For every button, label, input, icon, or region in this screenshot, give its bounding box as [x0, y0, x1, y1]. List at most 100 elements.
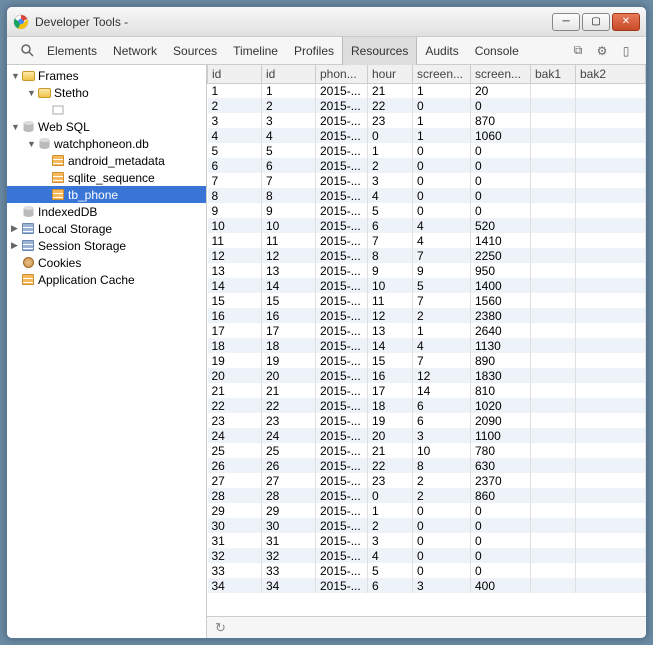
titlebar[interactable]: Developer Tools - ─ ▢ ✕ — [7, 7, 646, 37]
table-cell: 2015-... — [316, 323, 368, 338]
table-cell: 8 — [262, 188, 316, 203]
tree-table-tbphone[interactable]: tb_phone — [7, 186, 206, 203]
tab-elements[interactable]: Elements — [39, 37, 105, 65]
table-row[interactable]: 30302015-...200 — [208, 518, 646, 533]
search-icon[interactable] — [19, 43, 35, 59]
table-row[interactable]: 25252015-...2110780 — [208, 443, 646, 458]
gear-icon[interactable]: ⚙ — [594, 43, 610, 59]
tree-localstorage[interactable]: ▶Local Storage — [7, 220, 206, 237]
table-row[interactable]: 27272015-...2322370 — [208, 473, 646, 488]
table-row[interactable]: 16162015-...1222380 — [208, 308, 646, 323]
table-cell: 2 — [413, 488, 471, 503]
table-cell — [531, 428, 576, 443]
table-row[interactable]: 18182015-...1441130 — [208, 338, 646, 353]
dock-icon[interactable]: ▯ — [618, 43, 634, 59]
table-row[interactable]: 12122015-...872250 — [208, 248, 646, 263]
tab-audits[interactable]: Audits — [417, 37, 466, 65]
table-cell — [576, 353, 646, 368]
table-cell: 13 — [208, 263, 262, 278]
table-cell: 2015-... — [316, 413, 368, 428]
table-row[interactable]: 17172015-...1312640 — [208, 323, 646, 338]
tree-db[interactable]: ▼watchphoneon.db — [7, 135, 206, 152]
table-row[interactable]: 32322015-...400 — [208, 548, 646, 563]
table-cell: 6 — [368, 578, 413, 593]
table-cell: 1400 — [471, 278, 531, 293]
table-row[interactable]: 26262015-...228630 — [208, 458, 646, 473]
table-row[interactable]: 20202015-...16121830 — [208, 368, 646, 383]
tab-resources[interactable]: Resources — [342, 37, 417, 65]
tree-frames[interactable]: ▼Frames — [7, 67, 206, 84]
table-cell — [531, 338, 576, 353]
table-cell — [576, 248, 646, 263]
table-row[interactable]: 13132015-...99950 — [208, 263, 646, 278]
table-row[interactable]: 992015-...500 — [208, 203, 646, 218]
table-row[interactable]: 21212015-...1714810 — [208, 383, 646, 398]
tree-table-metadata[interactable]: android_metadata — [7, 152, 206, 169]
table-row[interactable]: 19192015-...157890 — [208, 353, 646, 368]
column-header[interactable]: id — [262, 65, 316, 83]
data-table-container[interactable]: ididphon...hourscreen...screen...bak1bak… — [207, 65, 646, 616]
table-cell: 6 — [368, 218, 413, 233]
table-row[interactable]: 31312015-...300 — [208, 533, 646, 548]
maximize-button[interactable]: ▢ — [582, 13, 610, 31]
table-cell: 10 — [208, 218, 262, 233]
table-cell: 20 — [208, 368, 262, 383]
tree-stetho[interactable]: ▼Stetho — [7, 84, 206, 101]
close-button[interactable]: ✕ — [612, 13, 640, 31]
table-row[interactable]: 23232015-...1962090 — [208, 413, 646, 428]
tab-profiles[interactable]: Profiles — [286, 37, 342, 65]
table-cell: 31 — [262, 533, 316, 548]
table-row[interactable]: 34342015-...63400 — [208, 578, 646, 593]
table-row[interactable]: 332015-...231870 — [208, 113, 646, 128]
tree-appcache[interactable]: Application Cache — [7, 271, 206, 288]
table-cell: 3 — [413, 428, 471, 443]
table-row[interactable]: 222015-...2200 — [208, 98, 646, 113]
column-header[interactable]: phon... — [316, 65, 368, 83]
table-cell: 32 — [262, 548, 316, 563]
tab-console[interactable]: Console — [467, 37, 527, 65]
table-cell: 18 — [208, 338, 262, 353]
table-row[interactable]: 24242015-...2031100 — [208, 428, 646, 443]
table-cell: 6 — [208, 158, 262, 173]
column-header[interactable]: screen... — [471, 65, 531, 83]
column-header[interactable]: screen... — [413, 65, 471, 83]
tab-network[interactable]: Network — [105, 37, 165, 65]
table-row[interactable]: 772015-...300 — [208, 173, 646, 188]
tab-timeline[interactable]: Timeline — [225, 37, 286, 65]
table-row[interactable]: 442015-...011060 — [208, 128, 646, 143]
tree-websql[interactable]: ▼Web SQL — [7, 118, 206, 135]
table-row[interactable]: 662015-...200 — [208, 158, 646, 173]
table-row[interactable]: 29292015-...100 — [208, 503, 646, 518]
tree-sessionstorage[interactable]: ▶Session Storage — [7, 237, 206, 254]
tab-sources[interactable]: Sources — [165, 37, 225, 65]
refresh-icon[interactable]: ↻ — [215, 620, 226, 636]
table-row[interactable]: 22222015-...1861020 — [208, 398, 646, 413]
table-cell: 2015-... — [316, 113, 368, 128]
table-row[interactable]: 28282015-...02860 — [208, 488, 646, 503]
table-cell: 810 — [471, 383, 531, 398]
drawer-icon[interactable]: ⧉ — [570, 43, 586, 59]
table-cell: 8 — [413, 458, 471, 473]
table-cell: 2015-... — [316, 293, 368, 308]
column-header[interactable]: id — [208, 65, 262, 83]
table-row[interactable]: 14142015-...1051400 — [208, 278, 646, 293]
tree-indexeddb[interactable]: IndexedDB — [7, 203, 206, 220]
table-row[interactable]: 112015-...21120 — [208, 83, 646, 98]
column-header[interactable]: bak1 — [531, 65, 576, 83]
column-header[interactable]: bak2 — [576, 65, 646, 83]
table-row[interactable]: 11112015-...741410 — [208, 233, 646, 248]
table-row[interactable]: 15152015-...1171560 — [208, 293, 646, 308]
table-cell: 3 — [208, 113, 262, 128]
table-cell — [531, 518, 576, 533]
minimize-button[interactable]: ─ — [552, 13, 580, 31]
tree-stetho-child[interactable] — [7, 101, 206, 118]
table-row[interactable]: 882015-...400 — [208, 188, 646, 203]
table-cell: 2015-... — [316, 428, 368, 443]
column-header[interactable]: hour — [368, 65, 413, 83]
table-row[interactable]: 33332015-...500 — [208, 563, 646, 578]
tree-table-sqlite[interactable]: sqlite_sequence — [7, 169, 206, 186]
table-cell: 12 — [368, 308, 413, 323]
tree-cookies[interactable]: Cookies — [7, 254, 206, 271]
table-row[interactable]: 10102015-...64520 — [208, 218, 646, 233]
table-row[interactable]: 552015-...100 — [208, 143, 646, 158]
